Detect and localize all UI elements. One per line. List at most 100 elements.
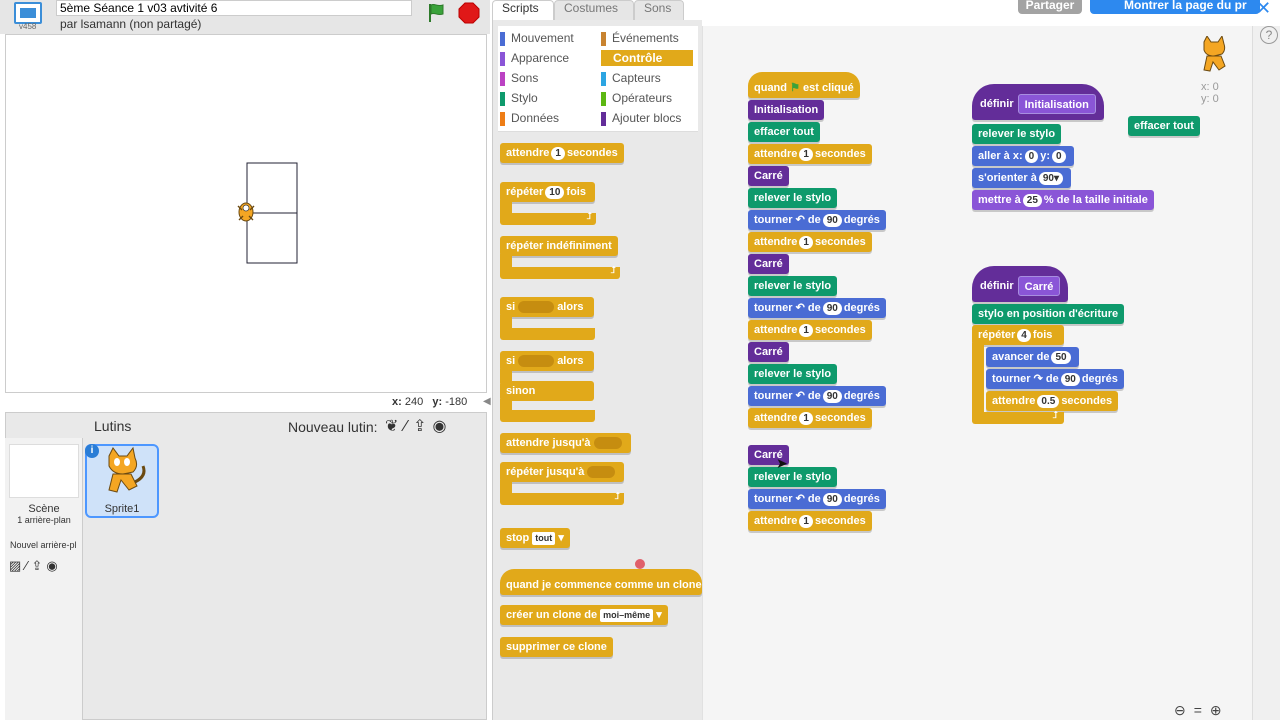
help-button[interactable]: ? xyxy=(1260,26,1278,44)
pen-up-block[interactable]: relever le stylo xyxy=(748,467,838,487)
palette-forever-block[interactable]: répéter indéfiniment xyxy=(500,236,618,256)
stage[interactable] xyxy=(5,34,487,393)
sprite-library-icon[interactable]: ❦ xyxy=(385,418,404,435)
wait-block[interactable]: attendre 1 secondes xyxy=(748,408,872,428)
point-direction-block[interactable]: s'orienter à 90▾ xyxy=(972,168,1072,188)
upload-backdrop-icon[interactable]: ⇪ xyxy=(31,558,46,573)
turn-left-block[interactable]: tourner ↶ de 90 degrés xyxy=(748,386,886,406)
cat-pen[interactable]: Stylo xyxy=(500,90,592,106)
cat-looks[interactable]: Apparence xyxy=(500,50,592,66)
define-initialisation-hat[interactable]: définir Initialisation xyxy=(972,84,1104,120)
rotate-left-icon: ↶ xyxy=(795,493,805,505)
camera-backdrop-icon[interactable]: ◉ xyxy=(46,558,61,573)
cat-more-blocks[interactable]: Ajouter blocs xyxy=(601,110,693,126)
project-author: par lsamann (non partagé) xyxy=(60,17,202,31)
zoom-out-icon[interactable]: ⊖ xyxy=(1174,702,1194,718)
palette-repeat-block[interactable]: répéter 10 fois xyxy=(500,182,595,202)
close-icon[interactable]: ✕ xyxy=(1256,0,1274,18)
project-title-input[interactable] xyxy=(56,0,412,16)
sprite1-label: Sprite1 xyxy=(104,503,140,515)
palette-stop-block[interactable]: stop tout ▾ xyxy=(500,528,570,548)
turn-left-block[interactable]: tourner ↶ de 90 degrés xyxy=(748,298,886,318)
share-button[interactable]: Partager xyxy=(1018,0,1082,14)
sprite-info-icon[interactable]: i xyxy=(85,444,99,458)
call-square-block[interactable]: Carré xyxy=(748,342,789,362)
palette-wait-block[interactable]: attendre 1 secondes xyxy=(500,143,624,163)
wait-block[interactable]: attendre 1 secondes xyxy=(748,511,872,531)
green-flag-icon[interactable] xyxy=(426,2,448,24)
category-color-swatch xyxy=(500,92,505,106)
cat-data[interactable]: Données xyxy=(500,110,592,126)
stop-icon[interactable] xyxy=(458,2,480,24)
repeat-block[interactable]: répéter 4 fois xyxy=(972,325,1064,345)
cat-sensing[interactable]: Capteurs xyxy=(601,70,693,86)
rotate-left-icon: ↶ xyxy=(795,214,805,226)
sprite-position-readout: x: 0 y: 0 xyxy=(1201,81,1219,105)
call-square-block[interactable]: Carré xyxy=(748,254,789,274)
call-square-block[interactable]: Carré xyxy=(748,166,789,186)
scripts-scrollbar[interactable] xyxy=(1252,26,1280,720)
tab-costumes[interactable]: Costumes xyxy=(554,0,634,20)
paint-sprite-icon[interactable]: ∕ xyxy=(404,418,413,435)
rotate-left-icon: ↶ xyxy=(795,390,805,402)
cat-motion[interactable]: Mouvement xyxy=(500,30,592,46)
wait-block[interactable]: attendre 1 secondes xyxy=(748,320,872,340)
wait-block[interactable]: attendre 1 secondes xyxy=(748,232,872,252)
green-flag-icon: ⚑ xyxy=(790,82,800,94)
tab-scripts[interactable]: Scripts xyxy=(492,0,554,20)
zoom-in-icon[interactable]: ⊕ xyxy=(1210,702,1230,718)
pen-down-block[interactable]: stylo en position d'écriture xyxy=(972,304,1125,324)
paint-backdrop-icon[interactable]: ▨ xyxy=(9,558,25,573)
cat-sound[interactable]: Sons xyxy=(500,70,592,86)
palette-wait-until-block[interactable]: attendre jusqu'à xyxy=(500,433,631,453)
turn-right-block[interactable]: tourner ↷ de 90 degrés xyxy=(986,369,1124,389)
goto-xy-block[interactable]: aller à x: 0 y: 0 xyxy=(972,146,1074,166)
clear-block[interactable]: effacer tout xyxy=(748,122,820,142)
scene-backdrop-count: 1 arrière-plan xyxy=(17,515,71,525)
scene-thumbnail[interactable] xyxy=(9,444,79,498)
pen-up-block[interactable]: relever le stylo xyxy=(748,188,838,208)
new-backdrop-label: Nouvel arrière-pl xyxy=(10,540,77,550)
cursor-highlight-dot xyxy=(635,559,645,569)
category-color-swatch xyxy=(601,92,606,106)
cat-operators[interactable]: Opérateurs xyxy=(601,90,693,106)
cat-control[interactable]: Contrôle xyxy=(601,50,693,66)
palette-delete-clone-block[interactable]: supprimer ce clone xyxy=(500,637,613,657)
mouse-cursor-icon: ➤ xyxy=(776,455,788,471)
cat-events[interactable]: Événements xyxy=(601,30,693,46)
move-steps-block[interactable]: avancer de 50 xyxy=(986,347,1079,367)
upload-sprite-icon[interactable]: ⇪ xyxy=(413,418,432,435)
new-backdrop-tools: ▨∕⇪◉ xyxy=(9,558,62,574)
tab-sounds[interactable]: Sons xyxy=(634,0,684,20)
wait-block[interactable]: attendre 1 secondes xyxy=(748,144,872,164)
define-square-hat[interactable]: définir Carré xyxy=(972,266,1069,302)
pen-up-block[interactable]: relever le stylo xyxy=(972,124,1062,144)
stage-drawing xyxy=(237,162,298,264)
new-sprite-label: Nouveau lutin: xyxy=(288,419,378,435)
see-project-page-button[interactable]: Montrer la page du pr xyxy=(1090,0,1260,14)
palette-else-label: sinon xyxy=(500,381,594,401)
scene-label: Scène xyxy=(28,503,60,515)
palette-repeat-until-block[interactable]: répéter jusqu'à xyxy=(500,462,625,482)
set-size-block[interactable]: mettre à 25% de la taille initiale xyxy=(972,190,1154,210)
when-flag-clicked-hat[interactable]: quand ⚑ est cliqué xyxy=(748,72,860,98)
palette-if-block[interactable]: si alors xyxy=(500,297,594,317)
fullscreen-button[interactable] xyxy=(14,2,42,24)
category-color-swatch xyxy=(500,32,505,46)
palette-create-clone-block[interactable]: créer un clone de moi–même ▾ xyxy=(500,605,668,625)
palette-if-else-block[interactable]: si alors xyxy=(500,351,594,371)
turn-left-block[interactable]: tourner ↶ de 90 degrés xyxy=(748,210,886,230)
call-initialisation-block[interactable]: Initialisation xyxy=(748,100,825,120)
category-color-swatch xyxy=(500,112,505,126)
zoom-reset-icon[interactable]: = xyxy=(1194,702,1210,718)
category-color-swatch xyxy=(601,112,606,126)
pen-up-block[interactable]: relever le stylo xyxy=(748,276,838,296)
pen-up-block[interactable]: relever le stylo xyxy=(748,364,838,384)
turn-left-block[interactable]: tourner ↶ de 90 degrés xyxy=(748,489,886,509)
camera-sprite-icon[interactable]: ◉ xyxy=(432,418,452,435)
palette-clone-start-hat[interactable]: quand je commence comme un clone xyxy=(500,569,702,595)
stage-coordinates: x: 240 y: -180 xyxy=(392,396,468,408)
wait-block[interactable]: attendre 0.5 secondes xyxy=(986,391,1119,411)
collapse-stage-icon[interactable]: ◀ xyxy=(483,396,491,408)
clear-block-loose[interactable]: effacer tout xyxy=(1128,116,1200,136)
